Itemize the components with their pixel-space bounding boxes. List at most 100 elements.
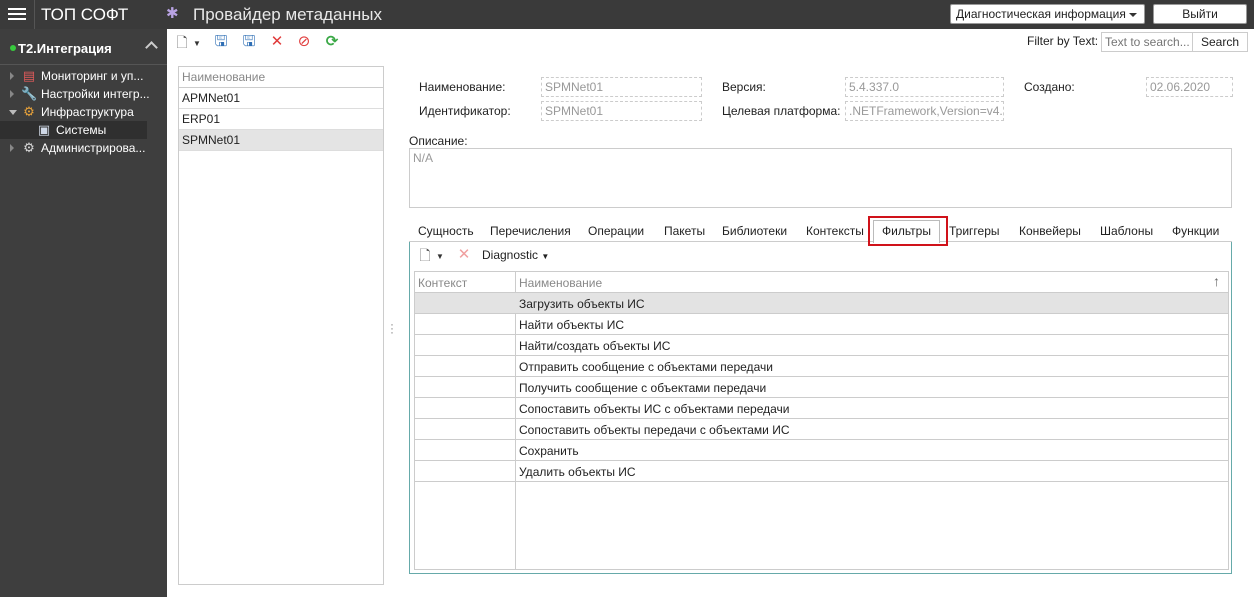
filter-input[interactable] — [1101, 32, 1193, 52]
filters-toolbar: 🗋 ▼ ✕ Diagnostic ▼ — [410, 242, 1231, 268]
tab-operations[interactable]: Операции — [588, 224, 644, 238]
filters-grid: Контекст Наименование ↑ Загрузить объект… — [414, 271, 1229, 570]
chevron-up-icon[interactable] — [145, 41, 158, 54]
row-name: Загрузить объекты ИС — [519, 297, 645, 311]
expand-arrow-icon[interactable] — [10, 144, 14, 152]
description-field[interactable]: N/A — [409, 148, 1232, 208]
table-row[interactable]: Загрузить объекты ИС — [415, 293, 1228, 314]
expand-arrow-icon[interactable] — [10, 72, 14, 80]
tab-triggers[interactable]: Триггеры — [949, 224, 1000, 238]
tab-bar: Сущность Перечисления Операции Пакеты Би… — [409, 220, 1232, 243]
list-header[interactable]: Наименование — [179, 67, 383, 88]
table-row[interactable]: Удалить объекты ИС — [415, 461, 1228, 482]
table-row[interactable]: Получить сообщение с объектами передачи — [415, 377, 1228, 398]
sidebar-item-systems[interactable]: ▣ Системы — [0, 121, 147, 139]
sidebar-item-label: Мониторинг и уп... — [41, 69, 144, 83]
filter-label: Filter by Text: — [1027, 34, 1099, 48]
list-item[interactable]: APMNet01 — [179, 88, 383, 109]
created-field[interactable]: 02.06.2020 — [1146, 77, 1233, 97]
cancel-icon[interactable]: ⊘ — [296, 34, 312, 50]
divider — [34, 0, 35, 29]
system-list: Наименование APMNet01 ERP01 SPMNet01 — [178, 66, 384, 585]
column-header-name[interactable]: Наименование — [519, 276, 602, 290]
table-row[interactable]: Отправить сообщение с объектами передачи — [415, 356, 1228, 377]
tab-entity[interactable]: Сущность — [418, 224, 474, 238]
version-field[interactable]: 5.4.337.0 — [845, 77, 1004, 97]
sidebar-item-label: Настройки интегр... — [41, 87, 150, 101]
table-row[interactable]: Сопоставить объекты передачи с объектами… — [415, 419, 1228, 440]
collapse-arrow-icon[interactable] — [9, 110, 17, 115]
platform-field[interactable]: .NETFramework,Version=v4.7 — [845, 101, 1004, 121]
search-button[interactable]: Search — [1192, 32, 1248, 52]
save-icon[interactable]: 🖫 — [213, 34, 229, 50]
sort-arrow-icon[interactable]: ↑ — [1213, 273, 1220, 289]
exit-button[interactable]: Выйти — [1153, 4, 1247, 24]
row-name: Сопоставить объекты ИС с объектами перед… — [519, 402, 790, 416]
chevron-down-icon[interactable]: ▼ — [432, 249, 448, 265]
tab-functions[interactable]: Функции — [1172, 224, 1219, 238]
brand-name: ТОП СОФТ — [41, 5, 129, 24]
table-row[interactable]: Найти/создать объекты ИС — [415, 335, 1228, 356]
row-name: Найти/создать объекты ИС — [519, 339, 671, 353]
sidebar-item-label: Инфраструктура — [41, 105, 134, 119]
admin-gear-icon: ⚙ — [23, 140, 35, 155]
tab-libraries[interactable]: Библиотеки — [722, 224, 787, 238]
row-name: Получить сообщение с объектами передачи — [519, 381, 767, 395]
tab-contexts[interactable]: Контексты — [806, 224, 864, 238]
platform-label: Целевая платформа: — [722, 104, 841, 118]
row-name: Удалить объекты ИС — [519, 465, 636, 479]
sidebar-item-monitoring[interactable]: ▤ Мониторинг и уп... — [0, 67, 167, 85]
row-name: Отправить сообщение с объектами передачи — [519, 360, 773, 374]
new-document-icon[interactable]: 🗋 — [174, 34, 190, 50]
gear-icon: ✱ — [166, 5, 179, 22]
created-label: Создано: — [1024, 80, 1075, 94]
grid-header: Контекст Наименование ↑ — [415, 272, 1228, 293]
monitor-icon: ▤ — [22, 68, 36, 83]
list-item-selected[interactable]: SPMNet01 — [179, 130, 383, 151]
table-row[interactable]: Найти объекты ИС — [415, 314, 1228, 335]
main-panel: 🗋 ▼ 🖫 🖫 ✕ ⊘ ⟳ Filter by Text: Search Наи… — [167, 29, 1254, 597]
menu-icon[interactable] — [8, 5, 26, 23]
top-bar: ТОП СОФТ ✱ Провайдер метаданных Диагност… — [0, 0, 1254, 29]
diagnostic-info-select[interactable]: Диагностическая информация — [950, 4, 1145, 24]
chevron-down-icon[interactable]: ▼ — [189, 36, 205, 52]
row-name: Сопоставить объекты передачи с объектами… — [519, 423, 790, 437]
refresh-icon[interactable]: ⟳ — [324, 34, 340, 50]
tab-enumerations[interactable]: Перечисления — [490, 224, 571, 238]
wrench-icon: 🔧 — [21, 86, 38, 101]
row-name: Сохранить — [519, 444, 579, 458]
diagnostic-dropdown[interactable]: Diagnostic ▼ — [482, 248, 549, 262]
name-label: Наименование: — [419, 80, 506, 94]
list-item[interactable]: ERP01 — [179, 109, 383, 130]
sidebar: T2.Интеграция ▤ Мониторинг и уп... 🔧 Нас… — [0, 29, 167, 597]
splitter-handle[interactable]: · · · — [390, 318, 394, 338]
chevron-down-icon: ▼ — [541, 252, 550, 261]
gear-icon: ⚙ — [23, 104, 35, 119]
tab-pipelines[interactable]: Конвейеры — [1019, 224, 1081, 238]
filters-panel: 🗋 ▼ ✕ Diagnostic ▼ Контекст Наименование… — [409, 242, 1232, 574]
column-header-context[interactable]: Контекст — [418, 276, 467, 290]
sidebar-header[interactable]: T2.Интеграция — [0, 29, 167, 65]
row-name: Найти объекты ИС — [519, 318, 625, 332]
sidebar-item-administration[interactable]: ⚙ Администрирова... — [0, 139, 167, 157]
sidebar-item-settings[interactable]: 🔧 Настройки интегр... — [0, 85, 167, 103]
save-close-icon[interactable]: 🖫 — [241, 34, 257, 50]
table-row[interactable]: Сопоставить объекты ИС с объектами перед… — [415, 398, 1228, 419]
name-field[interactable]: SPMNet01 — [541, 77, 702, 97]
delete-icon[interactable]: ✕ — [269, 34, 285, 50]
sidebar-item-label: Системы — [56, 123, 107, 137]
chevron-down-icon — [1129, 13, 1137, 17]
diagnostic-info-value: Диагностическая информация — [956, 7, 1126, 21]
sidebar-title: T2.Интеграция — [18, 41, 112, 56]
identifier-field[interactable]: SPMNet01 — [541, 101, 702, 121]
identifier-label: Идентификатор: — [419, 104, 511, 118]
table-row[interactable]: Сохранить — [415, 440, 1228, 461]
delete-icon[interactable]: ✕ — [456, 247, 472, 263]
expand-arrow-icon[interactable] — [10, 90, 14, 98]
new-filter-icon[interactable]: 🗋 — [417, 247, 433, 263]
main-toolbar: 🗋 ▼ 🖫 🖫 ✕ ⊘ ⟳ Filter by Text: Search — [167, 29, 1254, 57]
sidebar-item-infrastructure[interactable]: ⚙ Инфраструктура — [0, 103, 167, 121]
tab-templates[interactable]: Шаблоны — [1100, 224, 1153, 238]
tab-packages[interactable]: Пакеты — [664, 224, 705, 238]
systems-icon: ▣ — [37, 122, 51, 137]
